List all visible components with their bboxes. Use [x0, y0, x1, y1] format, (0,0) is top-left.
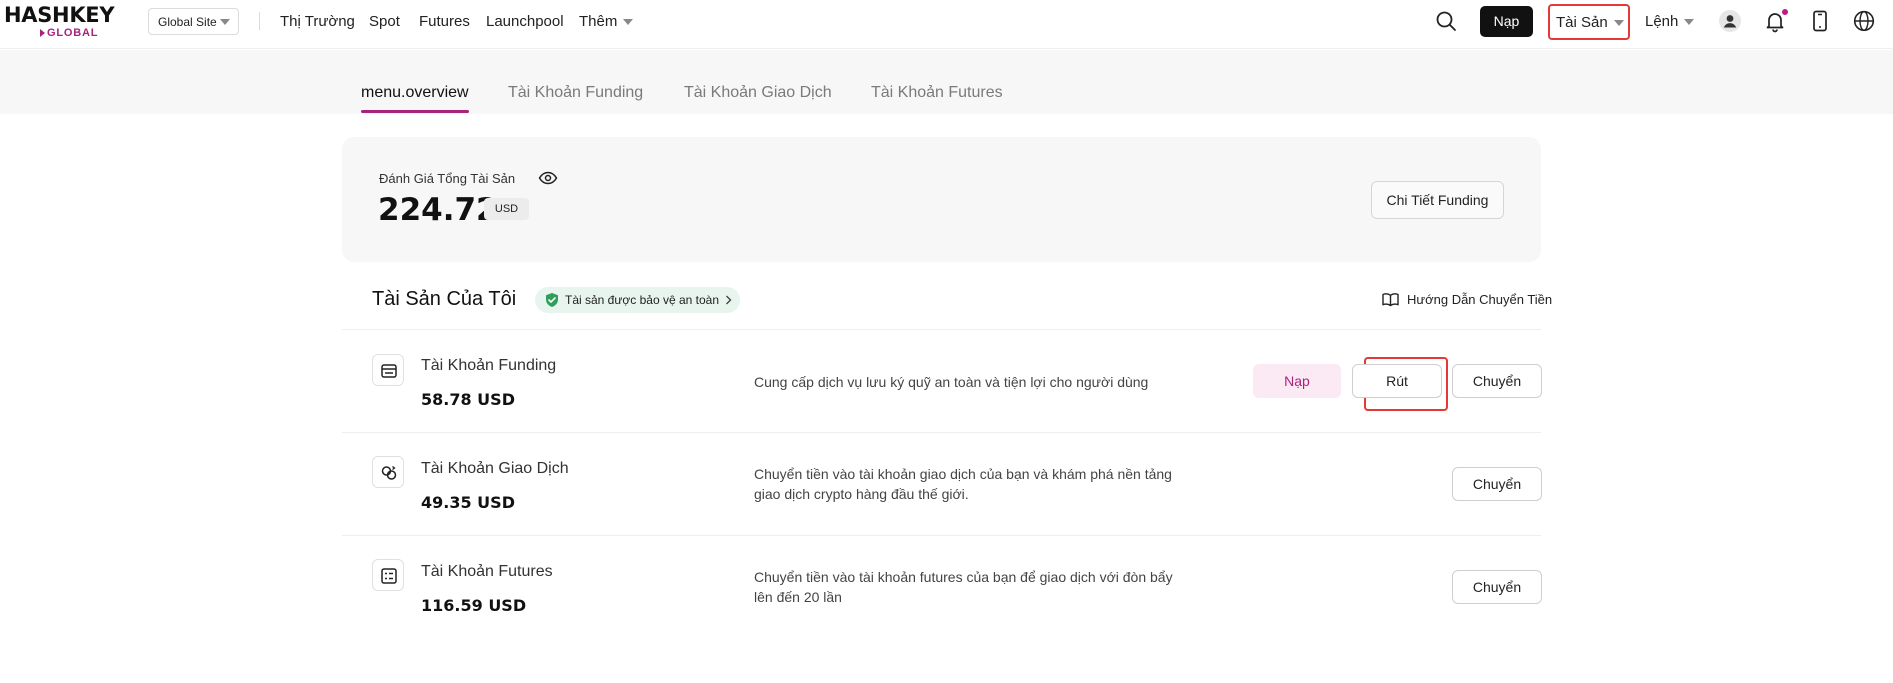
futures-account-description: Chuyển tiền vào tài khoản futures của bạ… — [754, 569, 1173, 605]
top-header: HASHKEY GLOBAL Global Site Thị Trường Sp… — [0, 0, 1893, 49]
trading-account-icon-box — [372, 456, 404, 488]
mobile-app-icon[interactable] — [1808, 9, 1832, 33]
funding-account-icon-box — [372, 354, 404, 386]
shield-check-icon — [546, 293, 558, 307]
funding-account-description: Cung cấp dịch vụ lưu ký quỹ an toàn và t… — [754, 374, 1149, 390]
exchange-icon — [381, 465, 397, 480]
nav-markets[interactable]: Thị Trường — [280, 13, 355, 30]
tab-trading[interactable]: Tài Khoản Giao Dịch — [684, 84, 832, 102]
row-divider — [342, 329, 1541, 330]
my-assets-title: Tài Sản Của Tôi — [372, 288, 517, 310]
nav-futures[interactable]: Futures — [419, 13, 470, 30]
tab-overview[interactable]: menu.overview — [361, 84, 469, 102]
chevron-down-icon — [1613, 20, 1624, 27]
assets-menu-label: Tài Sản — [1556, 14, 1608, 31]
futures-account-icon-box — [372, 559, 404, 591]
globe-icon[interactable] — [1852, 9, 1876, 33]
header-divider — [259, 12, 260, 30]
trading-transfer-button[interactable]: Chuyển — [1452, 467, 1542, 501]
orders-menu-label: Lệnh — [1645, 13, 1679, 30]
futures-account-name: Tài Khoản Futures — [421, 563, 553, 580]
tab-funding[interactable]: Tài Khoản Funding — [508, 84, 643, 102]
search-icon[interactable] — [1434, 9, 1458, 33]
futures-icon — [381, 568, 397, 584]
total-assets-currency[interactable]: USD — [484, 198, 529, 220]
notification-dot — [1782, 9, 1788, 15]
nav-launchpool[interactable]: Launchpool — [486, 13, 564, 30]
tab-futures[interactable]: Tài Khoản Futures — [871, 84, 1003, 102]
funding-transfer-button[interactable]: Chuyển — [1452, 364, 1542, 398]
funding-deposit-button[interactable]: Nạp — [1253, 364, 1341, 398]
notifications[interactable] — [1763, 9, 1788, 33]
trading-account-description: Chuyển tiền vào tài khoản giao dịch của … — [754, 466, 1172, 502]
assets-menu[interactable]: Tài Sản — [1548, 4, 1630, 40]
account-tabs-bar — [0, 50, 1893, 114]
book-icon — [1382, 293, 1399, 307]
chevron-down-icon — [623, 19, 634, 26]
safe-badge-label: Tài sản được bảo vệ an toàn — [565, 293, 719, 307]
chevron-down-icon — [220, 19, 230, 25]
nav-spot[interactable]: Spot — [369, 13, 400, 30]
funding-account-name: Tài Khoản Funding — [421, 357, 557, 374]
funding-detail-button[interactable]: Chi Tiết Funding — [1371, 181, 1504, 219]
logo-text: HASHKEY — [4, 3, 115, 27]
futures-account-balance: 116.59 USD — [421, 596, 527, 615]
hashkey-logo[interactable]: HASHKEY GLOBAL — [4, 3, 115, 43]
funding-account-balance: 58.78 USD — [421, 390, 515, 409]
user-avatar-icon[interactable] — [1718, 9, 1742, 33]
row-divider — [342, 432, 1541, 433]
nav-more[interactable]: Thêm — [579, 13, 634, 30]
logo-subtext: GLOBAL — [39, 27, 99, 39]
total-assets-label: Đánh Giá Tổng Tài Sản — [379, 171, 516, 186]
transfer-guide-label: Hướng Dẫn Chuyển Tiền — [1407, 292, 1553, 307]
site-select[interactable]: Global Site — [148, 8, 239, 35]
chevron-down-icon — [1684, 19, 1695, 26]
trading-account-name: Tài Khoản Giao Dịch — [421, 460, 569, 477]
active-tab-indicator — [361, 110, 469, 113]
chevron-right-icon — [726, 295, 732, 305]
site-select-label: Global Site — [158, 15, 217, 29]
trading-account-balance: 49.35 USD — [421, 493, 515, 512]
funding-withdraw-button[interactable]: Rút — [1352, 364, 1442, 398]
total-assets-value: 224.72 — [378, 192, 498, 228]
eye-icon[interactable] — [538, 170, 558, 186]
futures-transfer-button[interactable]: Chuyển — [1452, 570, 1542, 604]
transfer-guide-link[interactable]: Hướng Dẫn Chuyển Tiền — [1382, 292, 1552, 307]
header-deposit-button[interactable]: Nạp — [1480, 6, 1533, 37]
wallet-icon — [381, 364, 397, 378]
row-divider — [342, 535, 1541, 536]
orders-menu[interactable]: Lệnh — [1645, 13, 1695, 30]
nav-more-label: Thêm — [579, 13, 618, 30]
assets-safe-badge[interactable]: Tài sản được bảo vệ an toàn — [535, 287, 740, 313]
